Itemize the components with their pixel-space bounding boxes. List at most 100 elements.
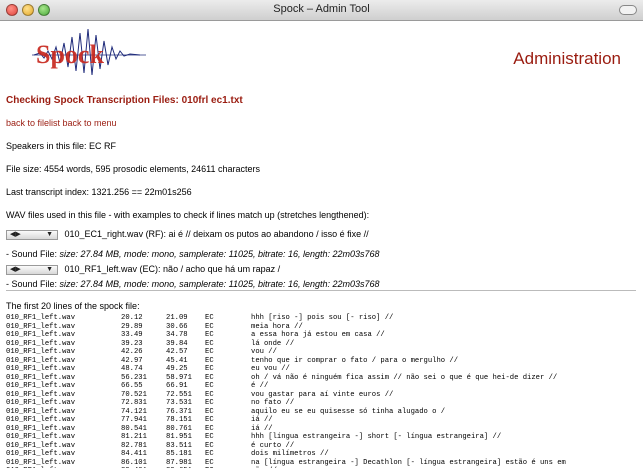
play-icon: ◀▶ bbox=[10, 265, 21, 273]
transcript-text-cell: lá onde // bbox=[251, 339, 295, 348]
sound-1-info-details: size: 27.84 MB, mode: mono, samplerate: … bbox=[59, 249, 380, 259]
file-name-cell: 010_RF1_left.wav bbox=[6, 390, 76, 399]
logo-text: Spock bbox=[36, 40, 104, 69]
start-time-cell: 82.781 bbox=[121, 441, 147, 450]
start-time-cell: 29.89 bbox=[121, 322, 143, 331]
sound-row-1: ◀▶ ▼ 010_EC1_right.wav (RF): ai é // dei… bbox=[6, 229, 369, 240]
transcript-line: 010_RF1_left.wav 20.12 21.09 EC hhh [riso -]… bbox=[6, 314, 643, 323]
end-time-cell: 49.25 bbox=[166, 365, 188, 373]
transcript-line: 010_RF1_left.wav 56.231 58.971 EC oh / vá nã… bbox=[6, 374, 643, 383]
start-time-cell: 66.55 bbox=[121, 382, 143, 390]
end-time-cell: 72.551 bbox=[166, 390, 192, 399]
end-time-cell: 81.951 bbox=[166, 433, 192, 441]
sound-1-info-prefix: - Sound File: bbox=[6, 249, 60, 259]
speaker-cell: EC bbox=[205, 322, 214, 331]
transcript-line: 010_RF1_left.wav 80.541 80.761 EC iá // bbox=[6, 425, 643, 434]
speaker-cell: EC bbox=[205, 416, 214, 424]
sound-2-info-prefix: - Sound File: bbox=[6, 279, 60, 289]
transcript-line: 010_RF1_left.wav 39.23 39.84 EC lá onde // bbox=[6, 340, 643, 349]
transcript-text-cell: hhh [riso -] pois sou [- riso] // bbox=[251, 314, 394, 322]
transcript-text-cell: vou gastar para aí vinte euros // bbox=[251, 390, 394, 399]
chevron-down-icon: ▼ bbox=[46, 230, 53, 238]
end-time-cell: 39.84 bbox=[166, 339, 188, 348]
speaker-cell: EC bbox=[205, 407, 214, 416]
audio-player-1[interactable]: ◀▶ ▼ bbox=[6, 229, 58, 240]
speaker-cell: EC bbox=[205, 348, 214, 356]
sound-1-label: 010_EC1_right.wav (RF): ai é // deixam o… bbox=[64, 229, 369, 239]
end-time-cell: 78.151 bbox=[166, 416, 192, 424]
start-time-cell: 42.97 bbox=[121, 356, 143, 365]
speaker-cell: EC bbox=[205, 424, 214, 433]
transcript-line: 010_RF1_left.wav 81.211 81.951 EC hhh [língu… bbox=[6, 433, 643, 442]
file-name-cell: 010_RF1_left.wav bbox=[6, 331, 76, 339]
transcript-text-cell: tenho que ir comprar o fato / para o mer… bbox=[251, 356, 459, 365]
last-index-text: Last transcript index: 1321.256 == 22m01… bbox=[6, 187, 192, 197]
end-time-cell: 42.57 bbox=[166, 348, 188, 356]
transcript-line: 010_RF1_left.wav 29.89 30.66 EC meia hora // bbox=[6, 323, 643, 332]
speaker-cell: EC bbox=[205, 390, 214, 399]
page-content: Spock Administration Checking Spock Tran… bbox=[0, 21, 643, 468]
window-titlebar: Spock – Admin Tool bbox=[0, 0, 643, 21]
end-time-cell: 66.91 bbox=[166, 382, 188, 390]
end-time-cell: 85.181 bbox=[166, 450, 192, 458]
speaker-cell: EC bbox=[205, 433, 214, 441]
speaker-cell: EC bbox=[205, 450, 214, 458]
start-time-cell: 56.231 bbox=[121, 373, 147, 382]
file-name-cell: 010_RF1_left.wav bbox=[6, 399, 76, 407]
transcript-text-cell: iá // bbox=[251, 416, 273, 424]
transcript-lines: 010_RF1_left.wav 20.12 21.09 EC hhh [riso -]… bbox=[6, 314, 643, 468]
file-name-cell: 010_RF1_left.wav bbox=[6, 322, 76, 331]
transcript-line: 010_RF1_left.wav 84.411 85.181 EC dois milím… bbox=[6, 450, 643, 459]
file-name-cell: 010_RF1_left.wav bbox=[6, 365, 76, 373]
end-time-cell: 87.981 bbox=[166, 458, 192, 467]
transcript-text-cell: oh / vá não é ninguém fica assim // não … bbox=[251, 373, 558, 382]
speaker-cell: EC bbox=[205, 339, 214, 348]
transcript-text-cell: é // bbox=[251, 382, 269, 390]
end-time-cell: 83.511 bbox=[166, 441, 192, 450]
file-name-cell: 010_RF1_left.wav bbox=[6, 407, 76, 416]
toolbar-toggle-button[interactable] bbox=[619, 5, 637, 15]
file-name-cell: 010_RF1_left.wav bbox=[6, 450, 76, 458]
transcript-line: 010_RF1_left.wav 33.49 34.78 EC a essa hora … bbox=[6, 331, 643, 340]
sound-2-label: 010_RF1_left.wav (EC): não / acho que há… bbox=[64, 264, 281, 274]
file-name-cell: 010_RF1_left.wav bbox=[6, 458, 76, 467]
transcript-line: 010_RF1_left.wav 82.781 83.511 EC é curto // bbox=[6, 442, 643, 451]
start-time-cell: 80.541 bbox=[121, 424, 147, 433]
window-title: Spock – Admin Tool bbox=[273, 3, 370, 15]
start-time-cell: 48.74 bbox=[121, 365, 143, 373]
transcript-text-cell: a essa hora já estou em casa // bbox=[251, 331, 385, 339]
start-time-cell: 70.521 bbox=[121, 390, 147, 399]
transcript-text-cell: meia hora // bbox=[251, 322, 303, 331]
file-name-cell: 010_RF1_left.wav bbox=[6, 382, 76, 390]
end-time-cell: 34.78 bbox=[166, 331, 188, 339]
file-name-cell: 010_RF1_left.wav bbox=[6, 339, 76, 348]
file-name-cell: 010_RF1_left.wav bbox=[6, 356, 76, 365]
chevron-down-icon: ▼ bbox=[46, 265, 53, 273]
divider bbox=[6, 290, 636, 291]
transcript-text-cell: dois milímetros // bbox=[251, 450, 329, 458]
file-name-cell: 010_RF1_left.wav bbox=[6, 348, 76, 356]
audio-player-2[interactable]: ◀▶ ▼ bbox=[6, 264, 58, 275]
wav-intro-text: WAV files used in this file - with examp… bbox=[6, 210, 370, 220]
speakers-text: Speakers in this file: EC RF bbox=[6, 141, 117, 151]
transcript-line: 010_RF1_left.wav 72.831 73.531 EC no fato // bbox=[6, 399, 643, 408]
speaker-cell: EC bbox=[205, 399, 214, 407]
start-time-cell: 77.941 bbox=[121, 416, 147, 424]
speaker-cell: EC bbox=[205, 365, 214, 373]
transcript-line: 010_RF1_left.wav 48.74 49.25 EC eu vou // bbox=[6, 365, 643, 374]
speaker-cell: EC bbox=[205, 373, 214, 382]
start-time-cell: 33.49 bbox=[121, 331, 143, 339]
speaker-cell: EC bbox=[205, 458, 214, 467]
transcript-text-cell: no fato // bbox=[251, 399, 295, 407]
file-name-cell: 010_RF1_left.wav bbox=[6, 416, 76, 424]
speaker-cell: EC bbox=[205, 331, 214, 339]
end-time-cell: 76.371 bbox=[166, 407, 192, 416]
transcript-text-cell: iá // bbox=[251, 424, 273, 433]
end-time-cell: 73.531 bbox=[166, 399, 192, 407]
end-time-cell: 45.41 bbox=[166, 356, 188, 365]
transcript-text-cell: vou // bbox=[251, 348, 277, 356]
spock-logo: Spock bbox=[32, 28, 146, 76]
start-time-cell: 74.121 bbox=[121, 407, 147, 416]
back-link[interactable]: back to filelist back to menu bbox=[6, 118, 117, 128]
transcript-text-cell: aquilo eu se eu quisesse só tinha alugad… bbox=[251, 407, 446, 416]
